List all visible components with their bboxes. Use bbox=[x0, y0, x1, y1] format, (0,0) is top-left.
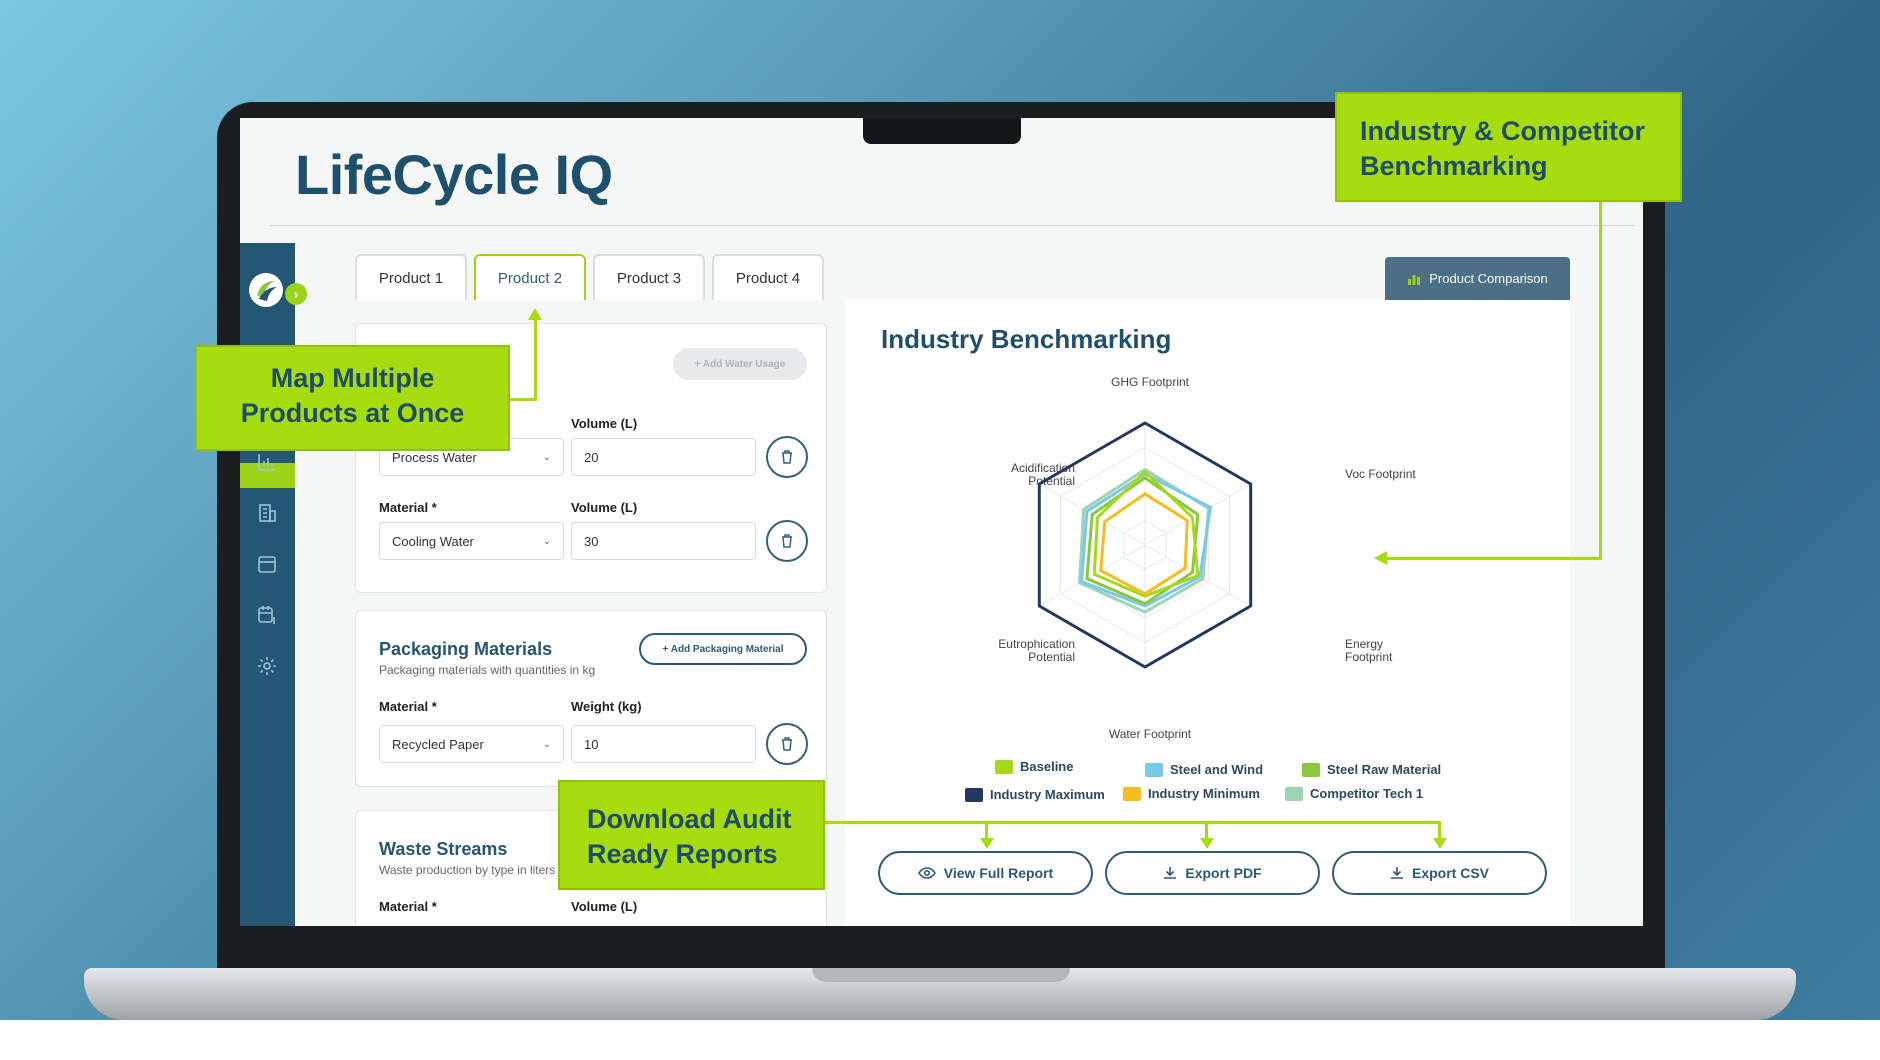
export-pdf-label: Export PDF bbox=[1185, 865, 1262, 881]
callout-map-products: Map Multiple Products at Once bbox=[195, 345, 510, 451]
chevron-down-icon: ⌄ bbox=[542, 535, 551, 547]
legend-competitor-tech: Competitor Tech 1 bbox=[1285, 786, 1423, 801]
export-pdf-button[interactable]: Export PDF bbox=[1105, 851, 1320, 895]
arrow-down-icon bbox=[1433, 838, 1447, 849]
tab-product-4[interactable]: Product 4 bbox=[712, 254, 824, 300]
product-comparison-button[interactable]: Product Comparison bbox=[1385, 257, 1570, 300]
background-bottom-strip bbox=[0, 1020, 1880, 1060]
add-water-usage-button[interactable]: + Add Water Usage bbox=[673, 348, 807, 380]
download-icon bbox=[1164, 867, 1177, 879]
tab-product-3[interactable]: Product 3 bbox=[593, 254, 705, 300]
view-full-report-button[interactable]: View Full Report bbox=[878, 851, 1093, 895]
arrow-up-icon bbox=[528, 308, 542, 320]
packaging-material-value: Recycled Paper bbox=[392, 736, 484, 752]
chevron-down-icon: ⌄ bbox=[542, 738, 551, 750]
packaging-materials-card: Packaging Materials Packaging materials … bbox=[355, 610, 827, 787]
packaging-card-subtitle: Packaging materials with quantities in k… bbox=[379, 663, 596, 677]
view-full-report-label: View Full Report bbox=[943, 865, 1054, 881]
waste-card-subtitle: Waste production by type in liters bbox=[379, 863, 556, 877]
legend-steel-raw: Steel Raw Material bbox=[1302, 762, 1441, 777]
connector-line bbox=[1386, 557, 1602, 560]
legend-steel-wind: Steel and Wind bbox=[1145, 762, 1263, 777]
delete-row-button[interactable] bbox=[766, 723, 808, 765]
arrow-left-icon bbox=[1374, 551, 1387, 565]
callout-industry-benchmarking: Industry & Competitor Benchmarking bbox=[1335, 92, 1682, 202]
callout-download-reports: Download Audit Ready Reports bbox=[558, 780, 825, 890]
eye-icon bbox=[917, 867, 936, 879]
packaging-card-title: Packaging Materials bbox=[379, 639, 553, 659]
legend-industry-max: Industry Maximum bbox=[965, 787, 1105, 802]
delete-row-button[interactable] bbox=[766, 436, 808, 478]
arrow-down-icon bbox=[1200, 838, 1214, 849]
delete-row-button[interactable] bbox=[766, 520, 808, 562]
export-csv-label: Export CSV bbox=[1411, 865, 1489, 881]
volume-label: Volume (L) bbox=[571, 416, 638, 431]
app-title: LifeCycle IQ bbox=[295, 143, 613, 206]
water-volume-input[interactable]: 30 bbox=[571, 522, 756, 560]
download-icon bbox=[1390, 867, 1403, 879]
app-screen: LifeCycle IQ › Product 1 Product 2 Produ… bbox=[240, 118, 1643, 926]
title-divider bbox=[270, 225, 1635, 226]
water-material-value: Cooling Water bbox=[392, 533, 474, 549]
connector-line bbox=[508, 398, 536, 401]
radar-shape bbox=[1078, 467, 1210, 614]
packaging-weight-input[interactable]: 10 bbox=[571, 725, 756, 763]
connector-line bbox=[825, 821, 1441, 824]
water-material-select[interactable]: Cooling Water ⌄ bbox=[379, 522, 564, 560]
volume-label: Volume (L) bbox=[571, 500, 638, 515]
water-volume-input[interactable]: 20 bbox=[571, 438, 756, 476]
volume-label: Volume (L) bbox=[571, 899, 638, 914]
calendar-icon[interactable] bbox=[253, 550, 281, 578]
chevron-down-icon: ⌄ bbox=[542, 451, 551, 463]
tab-product-1[interactable]: Product 1 bbox=[355, 254, 467, 300]
tab-product-2[interactable]: Product 2 bbox=[474, 254, 586, 300]
chart-icon[interactable] bbox=[253, 448, 281, 476]
connector-line bbox=[534, 318, 537, 401]
weight-label: Weight (kg) bbox=[571, 699, 642, 714]
logo-icon[interactable] bbox=[249, 273, 283, 307]
trash-icon bbox=[782, 450, 792, 464]
water-material-value: Process Water bbox=[392, 449, 477, 465]
trash-icon bbox=[782, 534, 792, 548]
sidebar-expand-icon[interactable]: › bbox=[285, 283, 307, 305]
packaging-material-select[interactable]: Recycled Paper ⌄ bbox=[379, 725, 564, 763]
radar-chart bbox=[1037, 421, 1253, 669]
trash-icon bbox=[782, 737, 792, 751]
waste-card-title: Waste Streams bbox=[379, 839, 508, 859]
material-label: Material * bbox=[379, 899, 437, 914]
building-icon[interactable] bbox=[253, 499, 281, 527]
calendar-money-icon[interactable] bbox=[253, 601, 281, 629]
add-packaging-material-button[interactable]: + Add Packaging Material bbox=[639, 633, 807, 665]
legend-industry-min: Industry Minimum bbox=[1123, 786, 1260, 801]
arrow-down-icon bbox=[980, 838, 994, 849]
laptop-notch bbox=[863, 118, 1021, 144]
benchmark-title: Industry Benchmarking bbox=[881, 324, 1172, 354]
laptop-lip bbox=[812, 968, 1070, 982]
radar-shape bbox=[1099, 492, 1189, 596]
legend-baseline: Baseline bbox=[995, 759, 1073, 774]
product-comparison-label: Product Comparison bbox=[1429, 271, 1548, 286]
connector-line bbox=[1599, 202, 1602, 560]
material-label: Material * bbox=[379, 500, 437, 515]
gear-icon[interactable] bbox=[253, 652, 281, 680]
export-csv-button[interactable]: Export CSV bbox=[1332, 851, 1547, 895]
bar-chart-icon bbox=[1408, 274, 1421, 285]
material-label: Material * bbox=[379, 699, 437, 714]
